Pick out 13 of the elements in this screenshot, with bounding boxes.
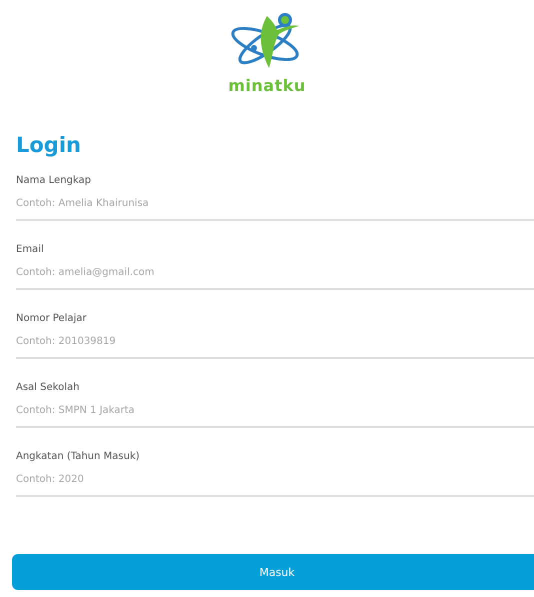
field-label: Email [16,244,44,255]
field-label: Asal Sekolah [16,382,80,393]
field-label: Nomor Pelajar [16,313,86,324]
login-title: Login [16,133,81,157]
input-field[interactable]: Contoh: 201039819 [16,324,534,359]
input-field[interactable]: Contoh: amelia@gmail.com [16,255,534,290]
input-field[interactable]: Contoh: 2020 [16,462,534,497]
field-label: Nama Lengkap [16,175,91,186]
submit-button[interactable]: Masuk [12,554,534,590]
app-name: minatku [228,76,306,95]
input-field[interactable]: Contoh: SMPN 1 Jakarta [16,393,534,428]
field-label: Angkatan (Tahun Masuk) [16,451,140,462]
input-field[interactable]: Contoh: Amelia Khairunisa [16,186,534,221]
